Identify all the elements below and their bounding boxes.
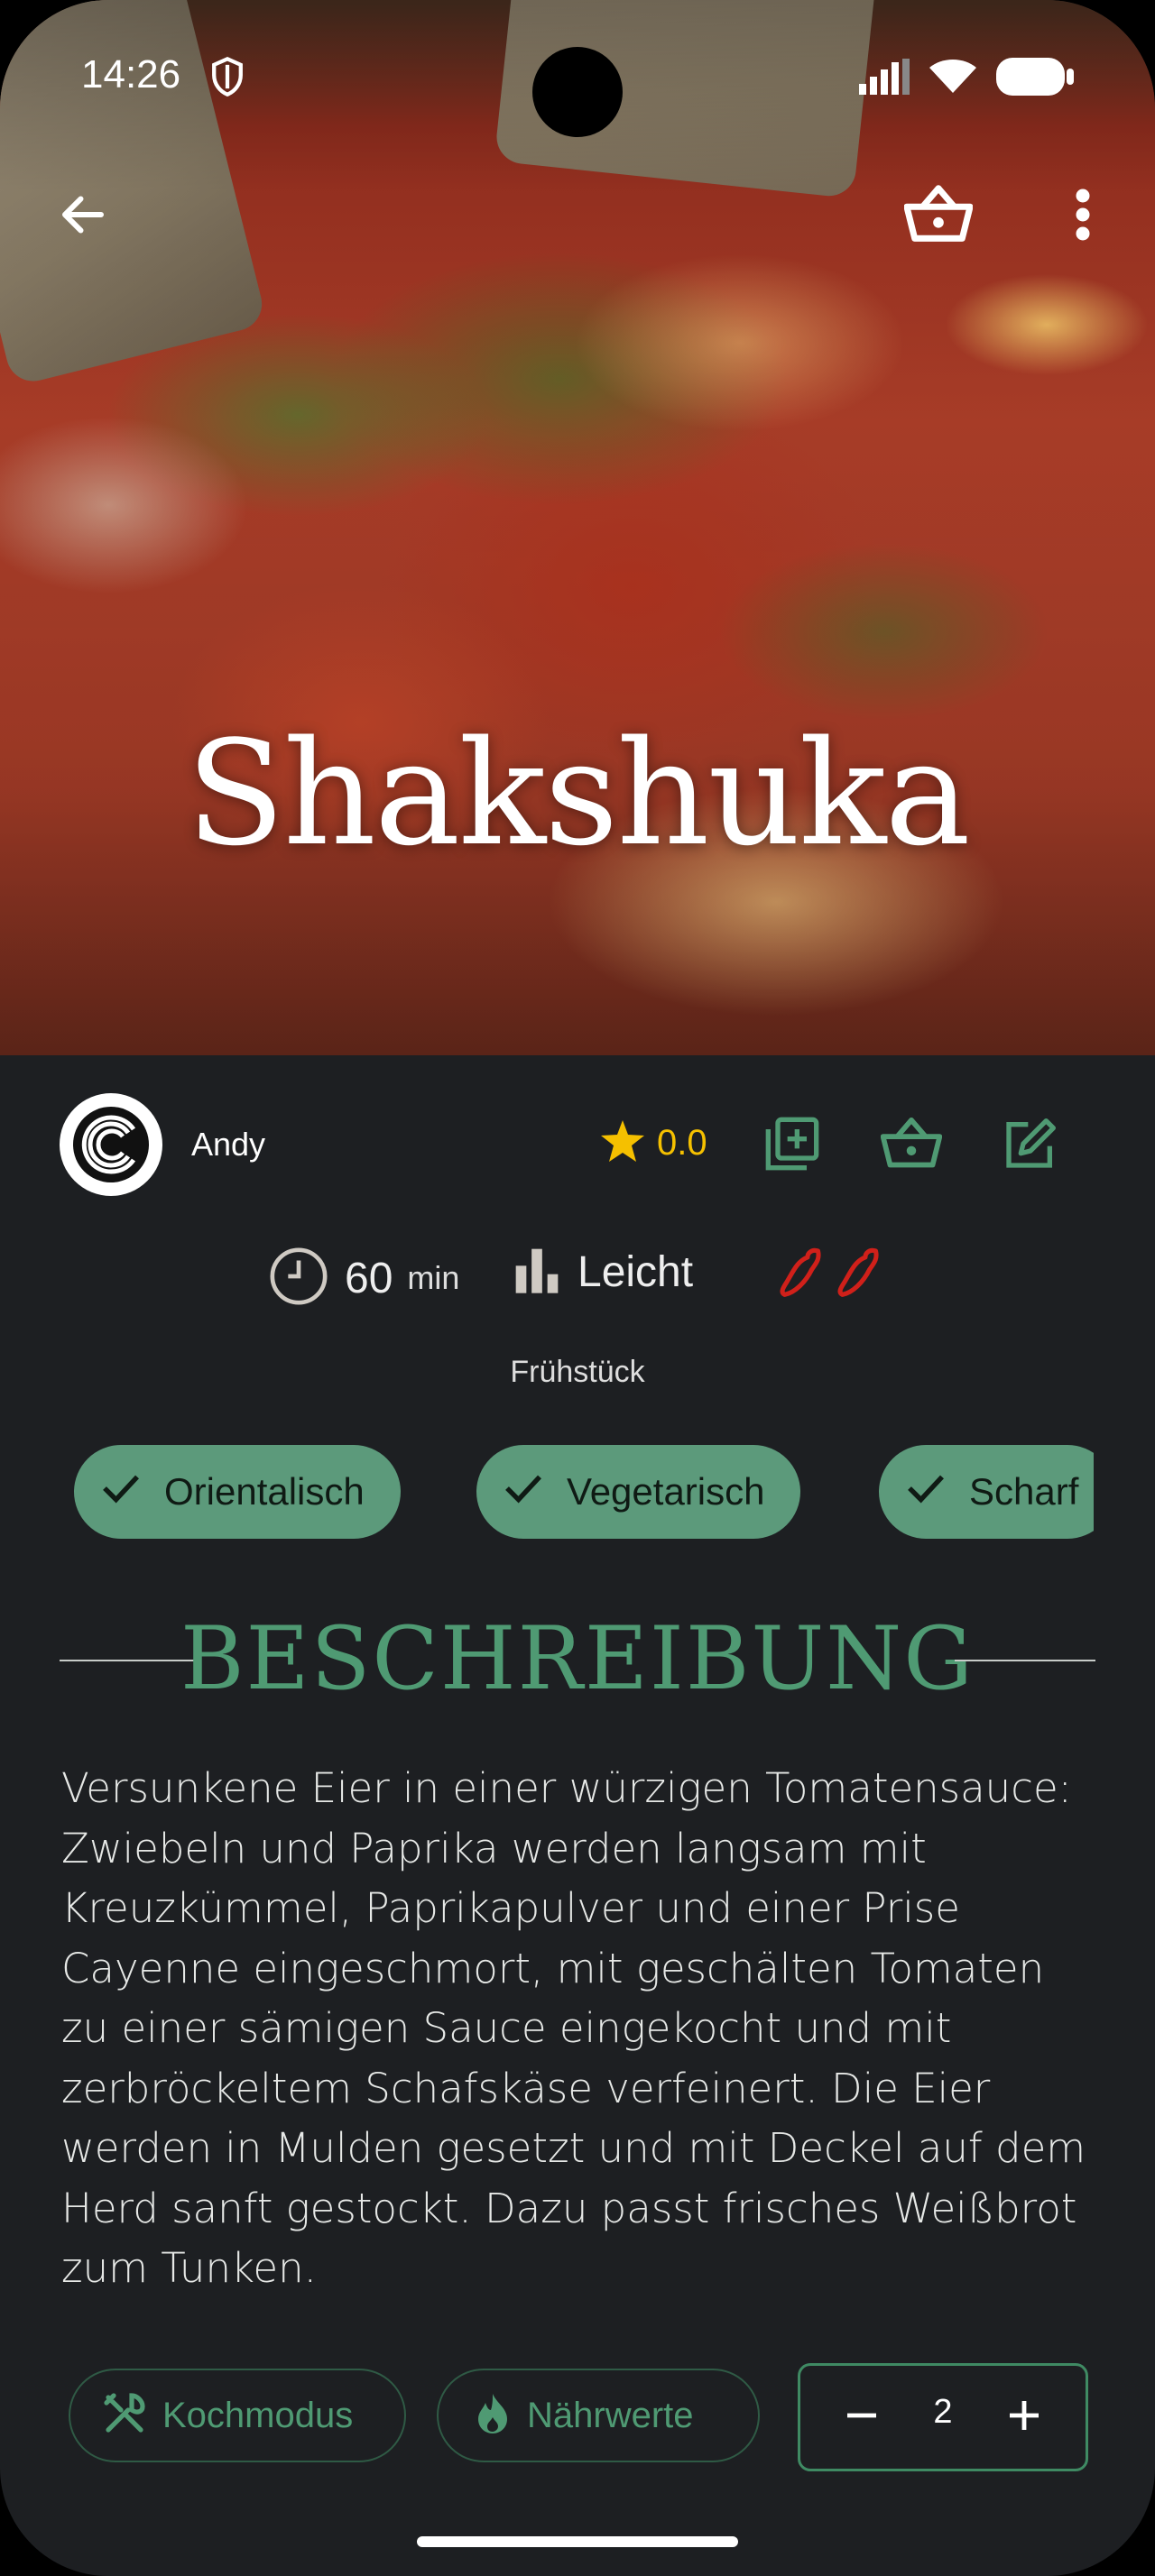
nutrition-label: Nährwerte	[527, 2395, 694, 2435]
section-title: BESCHREIBUNG	[180, 1608, 975, 1709]
tag-label: Orientalisch	[164, 1470, 365, 1513]
check-icon	[101, 1470, 141, 1513]
tag-chips: Orientalisch Vegetarisch Scharf	[74, 1445, 1094, 1542]
clock-icon	[267, 1245, 330, 1311]
app-logo-icon	[73, 1107, 149, 1182]
cook-mode-label: Kochmodus	[162, 2395, 354, 2435]
chili-icon	[834, 1245, 884, 1302]
tag-chip-scharf[interactable]: Scharf	[879, 1445, 1094, 1539]
star-icon	[601, 1120, 644, 1165]
tag-label: Scharf	[969, 1470, 1079, 1513]
check-icon	[906, 1470, 946, 1513]
prep-time: 60 min	[267, 1245, 459, 1311]
phone-screen: 14:26 Shakshuka Andy 0.0 60 min Leicht F…	[0, 0, 1155, 2576]
recipe-category: Frühstück	[510, 1355, 645, 1389]
spiciness	[776, 1245, 884, 1302]
nutrition-button[interactable]: Nährwerte	[437, 2369, 760, 2462]
chili-icon	[776, 1245, 827, 1302]
basket-icon	[903, 184, 974, 249]
rating-value: 0.0	[657, 1122, 707, 1163]
battery-icon	[996, 58, 1074, 99]
edit-icon	[1002, 1115, 1059, 1176]
servings-stepper: 2	[798, 2363, 1088, 2471]
front-camera	[532, 47, 623, 137]
add-to-cart-button[interactable]	[902, 180, 975, 253]
tag-chip-vegetarisch[interactable]: Vegetarisch	[476, 1445, 801, 1539]
author-avatar[interactable]	[60, 1093, 162, 1196]
signal-icon	[859, 59, 910, 98]
recipe-title: Shakshuka	[186, 709, 971, 878]
shield-icon	[209, 56, 245, 101]
status-time: 14:26	[81, 52, 181, 97]
minus-icon	[844, 2397, 880, 2437]
recipe-description: Versunkene Eier in einer würzigen Tomate…	[61, 1764, 1086, 2292]
author-row: Andy 0.0	[60, 1093, 1095, 1200]
rating[interactable]: 0.0	[601, 1120, 707, 1165]
author-name[interactable]: Andy	[191, 1126, 265, 1164]
add-to-collection-button[interactable]	[760, 1113, 825, 1178]
difficulty: Leicht	[511, 1245, 693, 1299]
tag-chip-orientalisch[interactable]: Orientalisch	[74, 1445, 401, 1539]
plus-icon	[1006, 2397, 1042, 2437]
edit-recipe-button[interactable]	[998, 1113, 1063, 1178]
difficulty-label: Leicht	[578, 1247, 694, 1296]
recipe-meta: 60 min Leicht	[0, 1245, 1155, 1326]
add-box-icon	[763, 1115, 821, 1176]
more-options-button[interactable]	[1047, 180, 1119, 253]
flame-icon	[475, 2392, 511, 2439]
back-button[interactable]	[47, 180, 119, 253]
wifi-icon	[929, 59, 976, 98]
arrow-left-icon	[56, 188, 110, 245]
more-vert-icon	[1074, 188, 1092, 245]
description-header: BESCHREIBUNG	[60, 1609, 1095, 1708]
cook-mode-button[interactable]: Kochmodus	[69, 2369, 406, 2462]
basket-icon	[880, 1117, 943, 1174]
increase-servings-button[interactable]	[997, 2390, 1051, 2444]
utensils-icon	[103, 2392, 146, 2439]
bar-chart-icon	[511, 1245, 563, 1299]
tag-label: Vegetarisch	[567, 1470, 765, 1513]
recipe-hero-image: 14:26 Shakshuka	[0, 0, 1155, 1055]
servings-value: 2	[933, 2393, 953, 2431]
home-indicator[interactable]	[417, 2536, 738, 2547]
divider-right	[955, 1660, 1095, 1661]
time-value: 60	[345, 1254, 393, 1302]
decrease-servings-button[interactable]	[835, 2390, 889, 2444]
time-unit: min	[407, 1259, 460, 1296]
shopping-list-button[interactable]	[879, 1113, 944, 1178]
check-icon	[504, 1470, 543, 1513]
